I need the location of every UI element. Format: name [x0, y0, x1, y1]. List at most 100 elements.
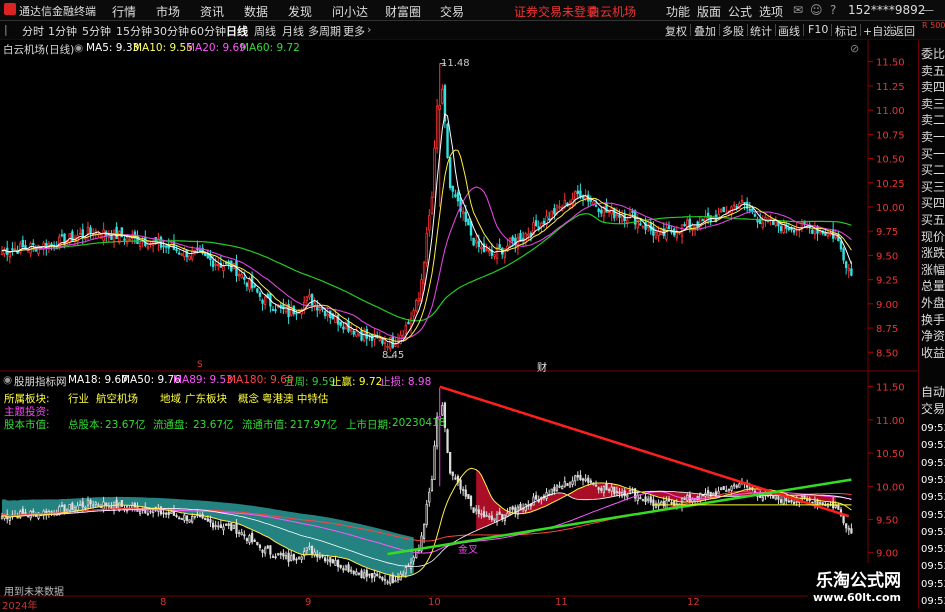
- settings-dot-icon[interactable]: ◉: [74, 42, 83, 54]
- more-chevron-icon[interactable]: ›: [367, 23, 371, 36]
- indicator-candle-body: [644, 496, 647, 503]
- chart-options-icon[interactable]: ⊘: [850, 42, 859, 55]
- tick-time: 09:53: [921, 561, 945, 573]
- tick-time: 09:53: [921, 596, 945, 607]
- indicator-candle-body: [613, 486, 616, 495]
- menu-item-layout[interactable]: 版面: [697, 3, 721, 20]
- help-icon[interactable]: ?: [830, 3, 836, 17]
- candle-body: [378, 338, 382, 341]
- tool-mark[interactable]: 标记: [835, 23, 857, 39]
- indicator-candle-body: [50, 511, 53, 514]
- quote-field-label: 外盘: [921, 296, 945, 310]
- mail-icon[interactable]: ✉: [793, 3, 803, 17]
- candle-body: [433, 147, 436, 198]
- candle-body: [743, 201, 746, 205]
- tab-period-5min[interactable]: 5分钟: [82, 23, 111, 39]
- auto-trade-label[interactable]: 交易: [921, 401, 945, 418]
- tab-period-weekly[interactable]: 周线: [254, 23, 276, 39]
- menu-item-trade[interactable]: 交易: [440, 3, 464, 20]
- menu-item-options[interactable]: 选项: [759, 3, 783, 20]
- industry-value: 航空机场: [96, 393, 138, 405]
- indicator-candle-body: [738, 483, 741, 488]
- menu-item-news[interactable]: 资讯: [200, 3, 224, 20]
- minimize-icon[interactable]: —: [922, 3, 934, 17]
- indicator-candle-body: [394, 580, 397, 583]
- candle-body: [329, 310, 332, 319]
- indicator-candle-body: [378, 576, 381, 579]
- tool-multi-stock[interactable]: 多股: [722, 23, 744, 39]
- float-shares-key: 流通盘:: [153, 419, 189, 431]
- quote-field-label: 涨幅: [921, 262, 945, 277]
- indicator-candle-body: [237, 532, 241, 534]
- indicator-candle-body: [467, 493, 470, 499]
- indicator-candle-body: [532, 496, 535, 506]
- y-tick-label: 11.50: [876, 383, 905, 394]
- tab-period-60min[interactable]: 60分钟: [190, 23, 226, 39]
- menu-item-wealth[interactable]: 财富圈: [385, 3, 421, 20]
- tool-f10[interactable]: F10: [808, 23, 828, 36]
- tab-period-multi[interactable]: 多周期: [308, 23, 341, 39]
- indicator-candle-body: [71, 502, 74, 511]
- indicator-candle-body: [352, 571, 355, 574]
- indicator-candle-body: [331, 559, 335, 564]
- menu-item-formula[interactable]: 公式: [728, 3, 752, 20]
- toolbar-divider: [775, 24, 776, 36]
- event-marker-s[interactable]: S: [197, 360, 203, 370]
- candle-body: [699, 216, 702, 230]
- back-button[interactable]: 返回: [893, 23, 915, 39]
- y-tick-label: 11.00: [876, 106, 905, 117]
- candle-body: [456, 192, 460, 202]
- expand-icon[interactable]: |: [4, 23, 8, 36]
- candlestick-chart[interactable]: 11.50 11.25 11.00 10.75 10.50 10.25 10.00 9.75 9…: [0, 40, 918, 372]
- indicator-candle-body: [511, 506, 514, 510]
- candle-body: [323, 310, 327, 317]
- y-tick-label: 9.50: [876, 251, 898, 262]
- indicator-candle-body: [821, 502, 824, 505]
- candle-body: [430, 196, 434, 214]
- tool-draw-line[interactable]: 画线: [778, 23, 800, 39]
- list-date-key: 上市日期:: [346, 419, 392, 431]
- indicator-candle-body: [404, 566, 407, 574]
- tab-period-15min[interactable]: 15分钟: [116, 23, 152, 39]
- tool-statistics[interactable]: 统计: [750, 23, 772, 39]
- tool-restore-rights[interactable]: 复权: [665, 23, 687, 39]
- tab-period-timeshare[interactable]: 分时: [22, 23, 44, 39]
- indicator-candle-body: [115, 499, 118, 509]
- menu-item-ask[interactable]: 问小达: [332, 3, 368, 20]
- menu-item-discover[interactable]: 发现: [288, 3, 312, 20]
- user-icon[interactable]: ☺: [810, 3, 823, 17]
- indicator-candle-body: [162, 512, 165, 515]
- candle-body: [279, 304, 282, 308]
- indicator-candle-body: [258, 544, 262, 549]
- account-id[interactable]: 152****9892: [848, 3, 925, 17]
- candle-body: [204, 252, 207, 256]
- y-tick-label: 10.75: [876, 130, 905, 141]
- tab-period-daily[interactable]: 日线: [226, 23, 248, 39]
- indicator-candle-body: [722, 486, 725, 490]
- tick-time: 09:53: [921, 474, 945, 486]
- menu-item-function[interactable]: 功能: [666, 3, 690, 20]
- indicator-candle-body: [339, 564, 342, 568]
- tool-overlay[interactable]: 叠加: [694, 23, 716, 39]
- tab-period-1min[interactable]: 1分钟: [48, 23, 77, 39]
- indicator-candle-body: [318, 556, 321, 558]
- candle-body: [524, 233, 527, 243]
- indicator-candle-body: [649, 496, 652, 503]
- indicator-candle-body: [641, 499, 645, 501]
- y-tick-label: 9.25: [876, 276, 898, 287]
- indicator-settings-icon[interactable]: ◉: [3, 374, 12, 386]
- auto-trade-label[interactable]: 自动: [921, 384, 945, 401]
- tab-period-monthly[interactable]: 月线: [282, 23, 304, 39]
- candle-body: [391, 336, 395, 348]
- menu-item-data[interactable]: 数据: [244, 3, 268, 20]
- menu-item-quotes[interactable]: 行情: [112, 3, 136, 20]
- indicator-candle-body: [433, 445, 436, 480]
- indicator-candle-body: [602, 485, 605, 493]
- tab-period-more[interactable]: 更多: [343, 23, 365, 39]
- indicator-candle-body: [329, 557, 332, 563]
- indicator-candle-body: [336, 560, 340, 568]
- indicator-candle-body: [508, 507, 512, 515]
- tab-period-30min[interactable]: 30分钟: [153, 23, 189, 39]
- menu-item-market[interactable]: 市场: [156, 3, 180, 20]
- indicator-candle-body: [735, 485, 738, 488]
